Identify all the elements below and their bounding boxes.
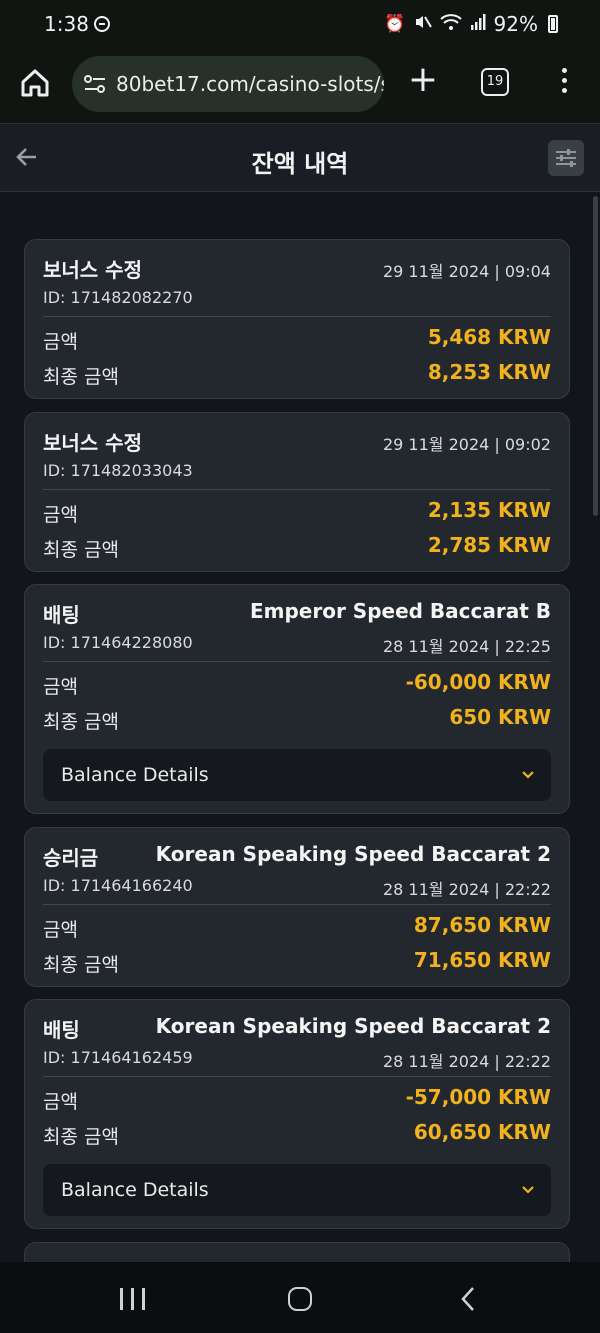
amount-label: 금액 (43, 331, 78, 353)
final-amount-label: 최종 금액 (43, 711, 119, 733)
amount-label: 금액 (43, 1091, 78, 1113)
alarm-icon: ⏰ (384, 14, 406, 34)
transaction-card: 승리금 Korean Speaking Speed Baccarat 2 ID:… (24, 827, 570, 987)
transaction-id: ID: 171464228080 (43, 633, 193, 652)
final-amount-label: 최종 금액 (43, 1126, 119, 1148)
transaction-id: ID: 171482082270 (43, 288, 193, 307)
divider (43, 904, 551, 905)
amount-value: 5,468 KRW (427, 325, 551, 349)
transaction-card: 보너스 수정 29 11월 2024 | 09:02 ID: 171482033… (24, 412, 570, 572)
divider (43, 489, 551, 490)
do-not-disturb-icon (94, 16, 110, 32)
game-name: Emperor Speed Baccarat B (249, 599, 551, 623)
page-title: 잔액 내역 (251, 150, 349, 178)
balance-details-toggle[interactable]: Balance Details (43, 749, 551, 801)
browser-menu-button[interactable] (556, 68, 572, 96)
tab-switcher-button[interactable]: 19 (481, 68, 509, 96)
amount-value: -57,000 KRW (405, 1085, 551, 1109)
transaction-type: 승리금 (43, 846, 99, 870)
transaction-id: ID: 171482033043 (43, 461, 193, 480)
site-settings-icon[interactable] (82, 72, 108, 96)
divider (43, 1076, 551, 1077)
transaction-id: ID: 171464162459 (43, 1048, 193, 1067)
status-time: 1:38 (44, 12, 89, 36)
final-amount-value: 71,650 KRW (413, 948, 551, 972)
wifi-icon (439, 13, 462, 36)
system-back-button[interactable] (458, 1286, 480, 1312)
filter-button[interactable] (548, 140, 584, 176)
divider (43, 661, 551, 662)
transaction-card: 보너스 수정 29 11월 2024 | 09:04 ID: 171482082… (24, 239, 570, 399)
final-amount-value: 60,650 KRW (413, 1120, 551, 1144)
mute-icon (414, 13, 432, 36)
amount-value: 2,135 KRW (427, 498, 551, 522)
amount-label: 금액 (43, 504, 78, 526)
final-amount-label: 최종 금액 (43, 366, 119, 388)
chevron-down-icon (521, 767, 535, 781)
transaction-type: 배팅 (43, 1018, 80, 1042)
divider (43, 316, 551, 317)
transaction-type: 보너스 수정 (43, 258, 142, 282)
home-button[interactable] (288, 1287, 312, 1311)
final-amount-value: 8,253 KRW (427, 360, 551, 384)
url-text[interactable]: 80bet17.com/casino-slots/s (116, 72, 384, 96)
amount-label: 금액 (43, 676, 78, 698)
transaction-date: 29 11월 2024 | 09:04 (382, 262, 551, 281)
balance-details-label: Balance Details (61, 1179, 209, 1201)
recent-apps-button[interactable] (120, 1288, 146, 1310)
signal-icon (470, 13, 486, 36)
transaction-card: 이동 보드 (20 ... 1) (24, 1242, 570, 1262)
game-name: Korean Speaking Speed Baccarat 2 (155, 1014, 551, 1038)
final-amount-value: 650 KRW (449, 705, 551, 729)
sliders-icon (556, 149, 576, 167)
chevron-down-icon (521, 1182, 535, 1196)
final-amount-label: 최종 금액 (43, 954, 119, 976)
transaction-date: 28 11월 2024 | 22:22 (382, 880, 551, 899)
scrollbar[interactable] (593, 196, 598, 516)
amount-label: 금액 (43, 919, 78, 941)
transaction-type: 보너스 수정 (43, 431, 142, 455)
browser-toolbar: 80bet17.com/casino-slots/s + 19 (0, 50, 600, 124)
balance-history-list[interactable]: 보너스 수정 29 11월 2024 | 09:04 ID: 171482082… (0, 192, 600, 1262)
transaction-id: ID: 171464166240 (43, 876, 193, 895)
status-bar: 1:38 ⏰ 92% (0, 0, 600, 50)
page-header: 잔액 내역 (0, 124, 600, 192)
address-bar[interactable]: 80bet17.com/casino-slots/s (72, 56, 384, 112)
transaction-type: 배팅 (43, 603, 80, 627)
transaction-card: 배팅 Emperor Speed Baccarat B ID: 17146422… (24, 584, 570, 814)
transaction-date: 29 11월 2024 | 09:02 (382, 435, 551, 454)
transaction-card: 배팅 Korean Speaking Speed Baccarat 2 ID: … (24, 999, 570, 1229)
final-amount-label: 최종 금액 (43, 539, 119, 561)
balance-details-label: Balance Details (61, 764, 209, 786)
browser-home-button[interactable] (18, 66, 52, 100)
balance-details-toggle[interactable]: Balance Details (43, 1164, 551, 1216)
amount-value: 87,650 KRW (413, 913, 551, 937)
game-name: Korean Speaking Speed Baccarat 2 (155, 842, 551, 866)
status-icons: ⏰ 92% (384, 12, 558, 36)
amount-value: -60,000 KRW (405, 670, 551, 694)
new-tab-button[interactable]: + (404, 62, 442, 100)
battery-percent: 92% (493, 12, 538, 36)
transaction-date: 28 11월 2024 | 22:25 (382, 637, 551, 656)
transaction-date: 28 11월 2024 | 22:22 (382, 1052, 551, 1071)
final-amount-value: 2,785 KRW (427, 533, 551, 557)
system-navigation-bar (0, 1262, 600, 1333)
battery-icon (548, 15, 558, 33)
